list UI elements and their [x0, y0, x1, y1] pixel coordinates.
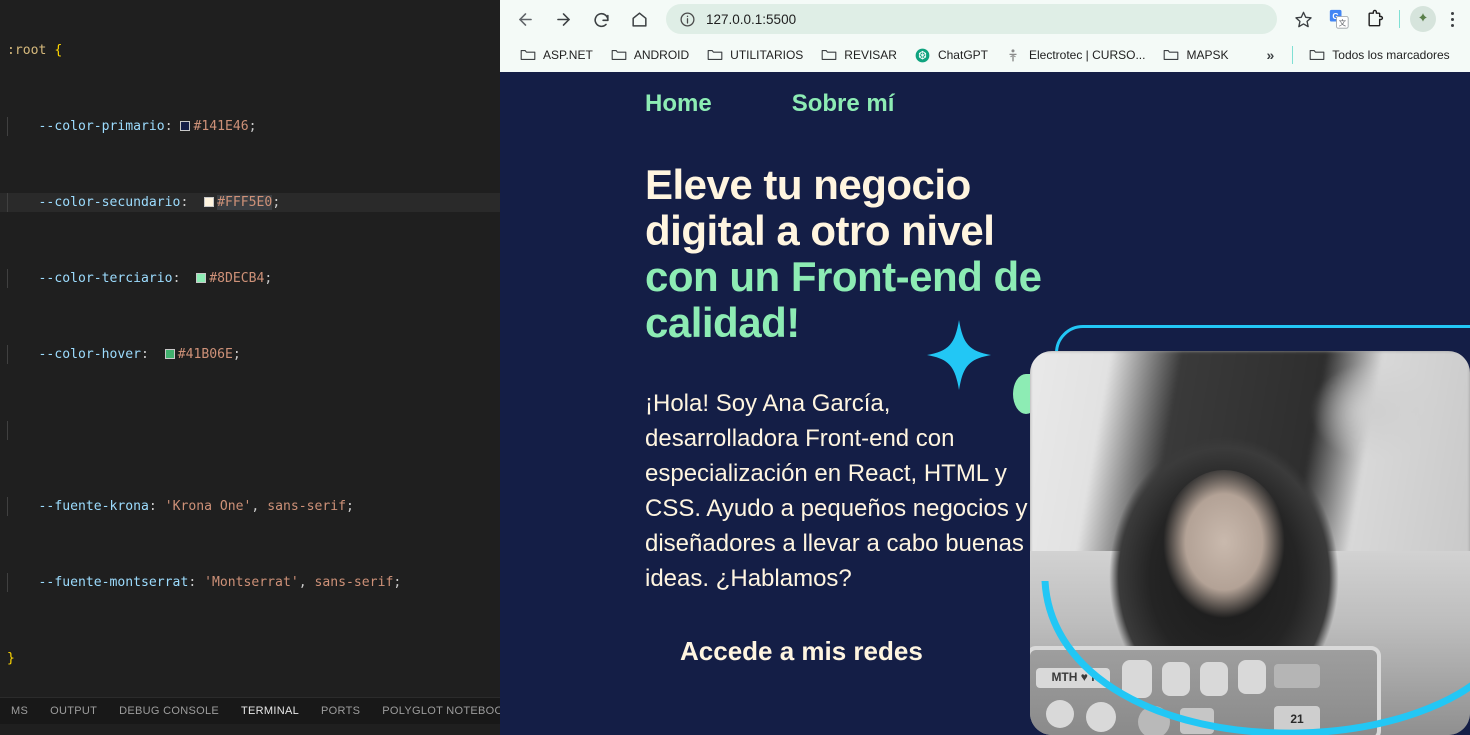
code-line: } — [7, 651, 15, 666]
bookmarks-bar: ASP.NET ANDROID UTILITARIOS REVISAR Chat… — [500, 38, 1470, 72]
bookmark-item[interactable]: ASP.NET — [512, 42, 601, 68]
translate-icon[interactable]: G文 — [1325, 5, 1353, 33]
site-nav-menu: Home Sobre mí — [645, 90, 1470, 118]
bookmark-label: Electrotec | CURSO... — [1028, 48, 1146, 62]
panel-tab-polyglot-notebook[interactable]: POLYGLOT NOTEBOOK — [371, 698, 500, 724]
chrome-browser: 127.0.0.1:5500 G文 ASP.NET ANDROID UTILIT… — [500, 0, 1470, 735]
code-line: --color-secundario: #FFF5E0; — [0, 193, 500, 212]
folder-icon — [611, 48, 627, 62]
code-line: --color-hover: #41B06E; — [0, 345, 500, 364]
all-bookmarks-button[interactable]: Todos los marcadores — [1301, 42, 1457, 68]
rendered-webpage: Home Sobre mí Eleve tu negocio digital a… — [500, 72, 1470, 735]
url-text: 127.0.0.1:5500 — [706, 11, 797, 27]
all-bookmarks-label: Todos los marcadores — [1332, 48, 1450, 62]
panel-tab-ports[interactable]: PORTS — [310, 698, 371, 724]
bookmark-label: ChatGPT — [937, 48, 988, 62]
bookmark-label: UTILITARIOS — [730, 48, 804, 62]
bookmark-item[interactable]: REVISAR — [813, 42, 905, 68]
bookmark-item[interactable]: ANDROID — [603, 42, 697, 68]
toolbar-divider — [1399, 10, 1400, 28]
forward-icon[interactable] — [548, 4, 578, 34]
vscode-window: :root { --color-primario: #141E46; --col… — [0, 0, 500, 735]
css-editor[interactable]: :root { --color-primario: #141E46; --col… — [0, 0, 500, 697]
nav-link-sobre-mi[interactable]: Sobre mí — [792, 90, 895, 118]
extensions-puzzle-icon[interactable] — [1361, 5, 1389, 33]
panel-tab-debug-console[interactable]: DEBUG CONSOLE — [108, 698, 230, 724]
screen: :root { --color-primario: #141E46; --col… — [0, 0, 1470, 735]
bookmarks-overflow-icon[interactable]: » — [1256, 47, 1284, 63]
nav-link-home[interactable]: Home — [645, 90, 712, 118]
code-line: :root { — [7, 43, 63, 58]
vscode-panel-tabs[interactable]: MS OUTPUT DEBUG CONSOLE TERMINAL PORTS P… — [0, 697, 500, 724]
code-line: --color-terciario: #8DECB4; — [0, 269, 500, 288]
panel-tab-problems[interactable]: MS — [0, 698, 39, 724]
site-header: Home Sobre mí — [500, 72, 1470, 118]
svg-text:文: 文 — [1339, 18, 1347, 28]
reload-icon[interactable] — [586, 4, 616, 34]
bookmark-item[interactable]: Electrotec | CURSO... — [998, 42, 1153, 68]
bookmark-item[interactable]: UTILITARIOS — [699, 42, 811, 68]
bookmark-label: ASP.NET — [543, 48, 593, 62]
code-line: --color-primario: #141E46; — [0, 117, 500, 136]
back-icon[interactable] — [510, 4, 540, 34]
panel-tab-output[interactable]: OUTPUT — [39, 698, 108, 724]
terminal-output[interactable]: windows PowerShell — [0, 724, 500, 735]
toolbar-right: G文 — [1285, 5, 1470, 33]
site-info-icon[interactable] — [678, 10, 696, 28]
chrome-menu-icon[interactable] — [1440, 5, 1464, 33]
folder-icon — [1163, 48, 1179, 62]
code-line: --fuente-montserrat: 'Montserrat', sans-… — [0, 573, 500, 592]
folder-icon — [707, 48, 723, 62]
code-line — [0, 421, 500, 440]
hero-title-plain: Eleve tu negocio digital a otro nivel — [645, 161, 995, 254]
bookmark-label: MAPSK — [1186, 48, 1229, 62]
browser-toolbar: 127.0.0.1:5500 G文 — [500, 0, 1470, 38]
code-line: --fuente-krona: 'Krona One', sans-serif; — [0, 497, 500, 516]
home-icon[interactable] — [624, 4, 654, 34]
folder-icon — [520, 48, 536, 62]
folder-icon — [1309, 48, 1325, 62]
color-swatch — [196, 273, 207, 283]
bookmarks-divider — [1292, 46, 1294, 64]
bookmark-label: REVISAR — [844, 48, 897, 62]
chatgpt-icon — [915, 48, 931, 63]
profile-avatar-icon[interactable] — [1410, 6, 1436, 32]
panel-tab-terminal[interactable]: TERMINAL — [230, 698, 311, 724]
bookmark-star-icon[interactable] — [1289, 5, 1317, 33]
folder-icon — [821, 48, 837, 62]
site-icon — [1006, 48, 1022, 62]
decorative-swoosh-upper — [930, 372, 1110, 662]
color-swatch — [164, 349, 175, 359]
color-swatch — [180, 121, 191, 131]
address-bar[interactable]: 127.0.0.1:5500 — [666, 4, 1277, 34]
color-swatch — [204, 197, 215, 207]
bookmark-item[interactable]: MAPSK — [1155, 42, 1236, 68]
bookmark-label: ANDROID — [633, 48, 690, 62]
bookmark-item[interactable]: ChatGPT — [907, 42, 996, 68]
